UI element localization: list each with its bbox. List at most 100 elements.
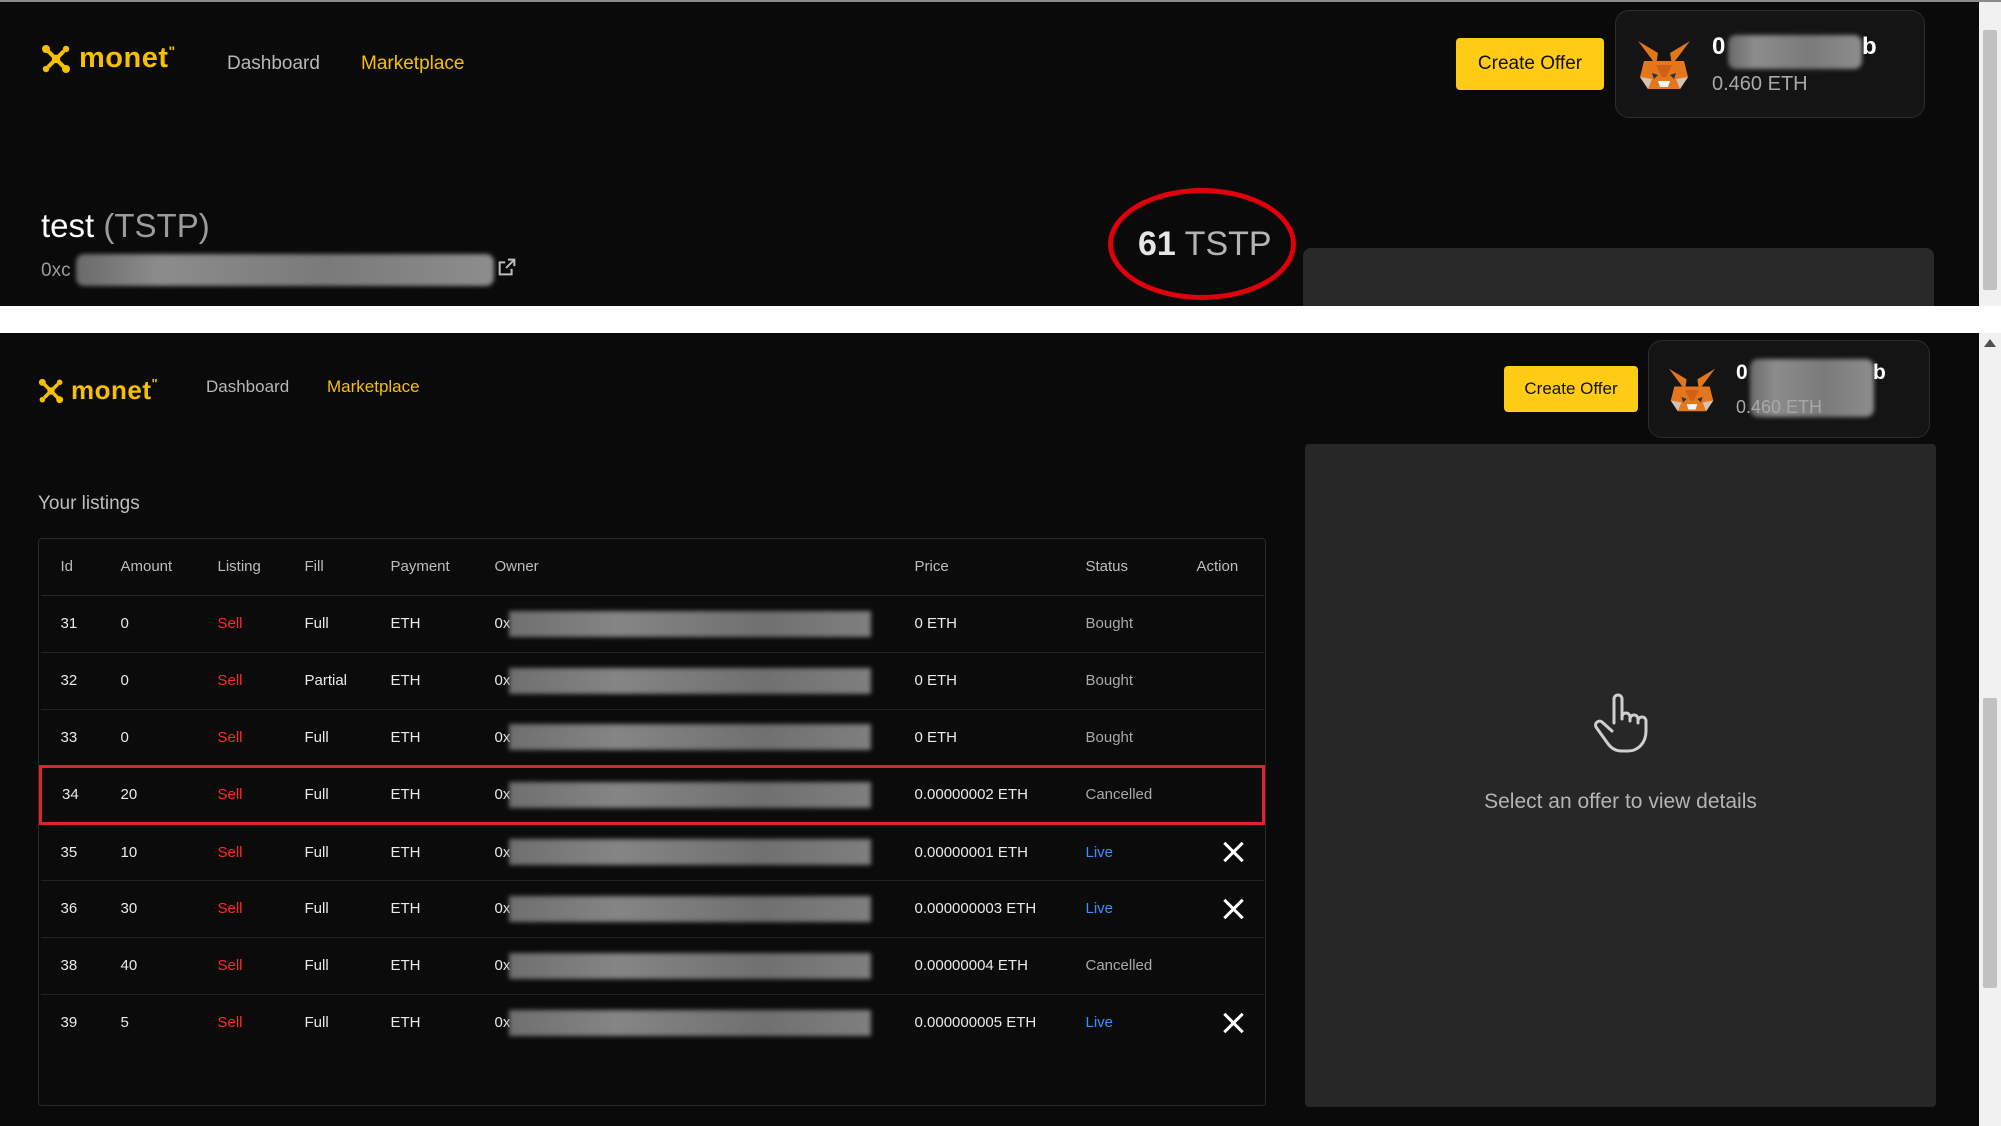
metamask-fox-icon [1669,368,1715,412]
listing-status-text: Live [1085,1014,1114,1032]
listing-owner: 0x [494,764,915,825]
offer-detail-panel: Select an offer to view details [1305,444,1936,1107]
listing-owner: 0x [494,595,915,653]
col-header: Payment [390,539,495,596]
scrollbar-thumb[interactable] [1983,30,1997,290]
listing-type-text: Sell [217,728,243,746]
listing-price: 0.000000003 ETH [914,880,1086,938]
listing-payment-text: ETH [390,1014,421,1032]
listing-price-text: 0 ETH [914,672,958,689]
listing-action [1196,880,1264,938]
table-row[interactable]: 31 0 Sell Full ETH 0x 0 ETH Bought [40,595,1264,653]
detail-panel-top [1303,248,1934,306]
listing-payment: ETH [390,652,495,710]
brand-logo[interactable]: monet " [38,375,158,406]
create-offer-button[interactable]: Create Offer [1456,38,1604,90]
listings-table: Id Amount Listing Fill Payment Owner Pri… [38,538,1266,1106]
listing-payment: ETH [390,880,495,938]
listing-fill-text: Full [304,786,329,803]
listing-id-text: 36 [60,900,78,917]
wallet-card[interactable]: 0 b 0.460 ETH [1615,10,1925,118]
listing-amount: 0 [120,709,218,767]
col-header: Owner [494,539,915,596]
owner-address-redacted [508,724,871,750]
listing-payment-text: ETH [390,900,421,917]
listing-fill: Full [304,880,391,938]
brand-mark: " [168,42,176,59]
listing-id: 32 [40,652,121,710]
listing-amount: 10 [120,823,218,881]
listing-price-text: 0 ETH [914,615,958,632]
listing-amount: 5 [121,994,218,1051]
token-address-redacted [76,254,494,286]
listing-id-text: 38 [60,957,78,974]
listing-owner: 0x [494,709,915,767]
listing-status-text: Bought [1085,615,1134,632]
screenshot-listings: monet " Dashboard Marketplace Create Off… [0,333,2001,1126]
listing-fill-text: Full [304,728,329,746]
table-row[interactable]: 39 5 Sell Full ETH 0x 0.000000005 ETH Live [41,994,1264,1051]
nav-dashboard[interactable]: Dashboard [227,53,320,75]
listing-fill: Full [305,994,391,1051]
listing-status-text: Bought [1085,672,1134,689]
create-offer-button[interactable]: Create Offer [1504,366,1638,412]
listing-price: 0.00000001 ETH [914,823,1086,881]
table-row[interactable]: 32 0 Sell Partial ETH 0x 0 ETH Bought [40,652,1264,710]
col-header: Action [1196,539,1264,596]
table-row[interactable]: 38 40 Sell Full ETH 0x 0.00000004 ETH Cancelled [40,937,1264,995]
listing-action [1196,764,1265,825]
wallet-card[interactable]: 0 b 0.460 ETH [1648,340,1930,438]
listing-fill-text: Full [304,843,329,861]
listing-owner: 0x [494,652,915,710]
nav-marketplace[interactable]: Marketplace [327,377,420,397]
listing-status: Live [1085,823,1197,881]
listing-status: Live [1085,880,1197,938]
listing-price: 0 ETH [914,709,1086,767]
brand-mark: " [151,376,158,391]
brand-name: monet [71,375,152,405]
table-row[interactable]: 33 0 Sell Full ETH 0x 0 ETH Bought [40,709,1264,767]
listing-owner: 0x [494,823,915,881]
listing-payment: ETH [390,937,495,995]
metamask-fox-icon [1638,41,1690,89]
table-header-row: Id Amount Listing Fill Payment Owner Pri… [40,539,1264,596]
close-icon[interactable] [1222,898,1244,920]
listing-price: 0 ETH [914,595,1086,653]
listing-type: Sell [218,994,305,1051]
scroll-up-arrow[interactable] [1984,339,1996,347]
listing-fill: Full [304,823,391,881]
listing-price-text: 0.00000002 ETH [914,786,1028,803]
listing-amount-text: 0 [120,728,129,746]
scrollbar[interactable] [1979,333,2001,1126]
listing-action [1197,994,1264,1051]
scrollbar-thumb[interactable] [1983,698,1997,988]
monet-logo-icon [38,378,64,403]
close-icon[interactable] [1222,841,1244,863]
listing-status: Cancelled [1085,764,1197,825]
nav-dashboard[interactable]: Dashboard [206,377,289,397]
listing-fill: Partial [304,652,391,710]
listing-type: Sell [217,823,305,881]
token-symbol: (TSTP) [103,207,210,244]
listing-amount: 0 [120,652,218,710]
table-row[interactable]: 36 30 Sell Full ETH 0x 0.000000003 ETH Live [40,880,1264,938]
listing-price-text: 0 ETH [914,728,958,746]
table-row[interactable]: 34 20 Sell Full ETH 0x 0.00000002 ETH Cancelled [39,764,1265,825]
close-icon[interactable] [1222,1012,1244,1034]
wallet-address-redacted [1728,35,1862,69]
screenshot-token-header: monet " Dashboard Marketplace Create Off… [0,0,2001,306]
listing-type-text: Sell [217,615,243,632]
listing-fill-text: Partial [304,672,348,689]
nav-marketplace[interactable]: Marketplace [361,53,465,75]
listing-price-text: 0.00000004 ETH [914,957,1028,974]
listing-amount-text: 40 [120,957,138,974]
external-link-icon[interactable] [496,256,518,278]
listing-payment-text: ETH [390,728,421,746]
listing-amount: 0 [120,595,218,653]
scrollbar[interactable] [1979,2,2001,306]
listing-amount-text: 0 [120,615,129,632]
listing-status: Bought [1085,709,1197,767]
table-row[interactable]: 35 10 Sell Full ETH 0x 0.00000001 ETH Live [40,823,1264,881]
listing-owner: 0x [494,880,915,938]
brand-logo[interactable]: monet " [41,42,175,75]
